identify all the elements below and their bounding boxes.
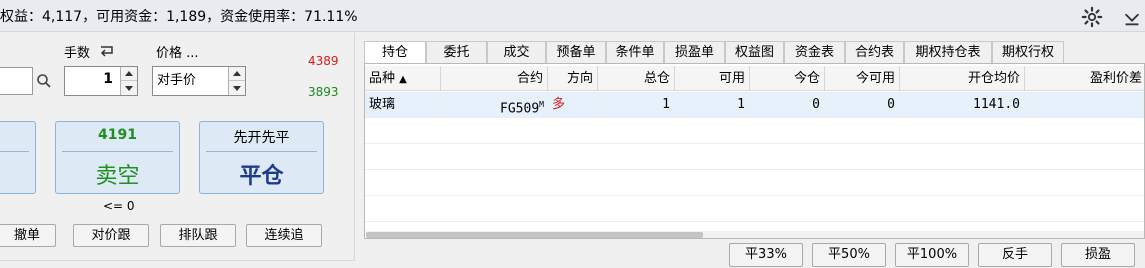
column-header-contract[interactable]: 合约 [441, 66, 548, 91]
tab-positions[interactable]: 持仓 [364, 41, 426, 64]
account-summary: 权益：4,117，可用资金：1,189，资金使用率：71.11% [0, 9, 358, 25]
quantity-value[interactable]: 1 [103, 71, 113, 87]
tab-contracts-table[interactable]: 合约表 [845, 41, 904, 63]
quantity-down-button[interactable] [121, 81, 137, 95]
sell-short-label: 卖空 [95, 164, 140, 189]
column-header-today-available[interactable]: 今可用 [825, 66, 900, 91]
tab-option-exercise[interactable]: 期权行权 [992, 41, 1064, 63]
empty-row [365, 196, 1144, 222]
close-50-percent-button[interactable]: 平50% [812, 243, 886, 267]
order-panel: 手数 价格 ... 1 对手价 4389 3893 4191 卖空 先开先平 平… [0, 33, 355, 261]
cell-total: 1 [598, 92, 675, 118]
cell-today-available: 0 [825, 92, 900, 118]
empty-row [365, 118, 1144, 144]
buy-long-button[interactable] [0, 121, 36, 194]
contract-code-input[interactable] [0, 67, 33, 95]
column-header-available[interactable]: 可用 [675, 66, 750, 91]
tab-equity-chart[interactable]: 权益图 [725, 41, 784, 63]
positions-table: 品种 ▲ 合约 方向 总仓 可用 今仓 今可用 开仓均价 盈利价差 玻璃 FG5… [364, 63, 1145, 239]
tab-option-positions[interactable]: 期权持仓表 [904, 41, 992, 63]
price-label[interactable]: 价格 ... [156, 42, 199, 61]
account-status-bar: 权益：4,117，可用资金：1,189，资金使用率：71.11% [0, 0, 1145, 32]
tab-trades[interactable]: 成交 [487, 41, 546, 63]
positions-tab-bar: 持仓 委托 成交 预备单 条件单 损盈单 权益图 资金表 合约表 期权持仓表 期… [364, 41, 1145, 64]
tab-stop-profit-orders[interactable]: 损盈单 [664, 41, 725, 63]
sort-up-icon: ▲ [399, 74, 407, 85]
cell-profit-spread: -15.0 [1025, 92, 1144, 118]
cell-direction: 多 [548, 92, 598, 118]
opposite-price-follow-button[interactable]: 对价跟 [73, 224, 149, 247]
close-33-percent-button[interactable]: 平33% [729, 243, 803, 267]
table-header: 品种 ▲ 合约 方向 总仓 可用 今仓 今可用 开仓均价 盈利价差 [365, 66, 1144, 91]
cell-open-avg: 1141.0 [900, 92, 1025, 118]
ask-price: 4389 [308, 54, 339, 68]
quantity-label: 手数 [64, 46, 91, 61]
search-icon[interactable] [36, 73, 52, 89]
tab-prepared-orders[interactable]: 预备单 [546, 41, 606, 63]
price-up-button[interactable] [229, 67, 245, 81]
sell-short-button[interactable]: 4191 卖空 [55, 121, 180, 194]
close-100-percent-button[interactable]: 平100% [895, 243, 969, 267]
cell-variety: 玻璃 [365, 92, 441, 118]
cell-today: 0 [750, 92, 825, 118]
empty-row [365, 170, 1144, 196]
tab-funds-table[interactable]: 资金表 [784, 41, 845, 63]
reverse-position-button[interactable]: 反手 [978, 243, 1052, 267]
price-type-value[interactable]: 对手价 [157, 69, 196, 88]
queue-follow-button[interactable]: 排队跟 [160, 224, 236, 247]
table-row[interactable]: 玻璃 FG509M 多 1 1 0 0 1141.0 -15.0 [365, 92, 1144, 118]
horizontal-scrollbar[interactable] [366, 231, 1144, 238]
stop-profit-button[interactable]: 损盈 [1061, 243, 1135, 267]
price-type-selector[interactable]: 对手价 [152, 66, 246, 96]
cancel-order-button[interactable]: 撤单 [0, 224, 56, 247]
price-down-button[interactable] [229, 81, 245, 95]
column-header-profit-spread[interactable]: 盈利价差 [1025, 66, 1144, 91]
chevron-down-icon[interactable] [1121, 6, 1143, 28]
continuous-chase-button[interactable]: 连续追 [246, 224, 322, 247]
sell-short-price: 4191 [98, 127, 137, 143]
column-header-open-avg[interactable]: 开仓均价 [900, 66, 1025, 91]
column-header-variety[interactable]: 品种 ▲ [365, 66, 441, 91]
tab-conditional-orders[interactable]: 条件单 [606, 41, 664, 63]
column-header-direction[interactable]: 方向 [548, 66, 598, 91]
cell-available: 1 [675, 92, 750, 118]
return-arrow-icon[interactable] [98, 45, 116, 59]
column-header-today[interactable]: 今仓 [750, 66, 825, 91]
close-mode-label: 先开先平 [233, 130, 290, 146]
tab-orders[interactable]: 委托 [426, 41, 487, 63]
quantity-up-button[interactable] [121, 67, 137, 81]
sell-limit-note: <= 0 [103, 199, 135, 213]
quantity-stepper[interactable]: 1 [64, 66, 138, 96]
empty-row [365, 144, 1144, 170]
scrollbar-thumb[interactable] [366, 232, 703, 238]
column-header-total[interactable]: 总仓 [598, 66, 675, 91]
bid-price: 3893 [308, 85, 339, 99]
cell-contract: FG509M [441, 92, 548, 118]
close-position-label: 平仓 [239, 163, 284, 189]
gear-icon[interactable] [1081, 6, 1103, 28]
close-position-button[interactable]: 先开先平 平仓 [199, 121, 324, 194]
